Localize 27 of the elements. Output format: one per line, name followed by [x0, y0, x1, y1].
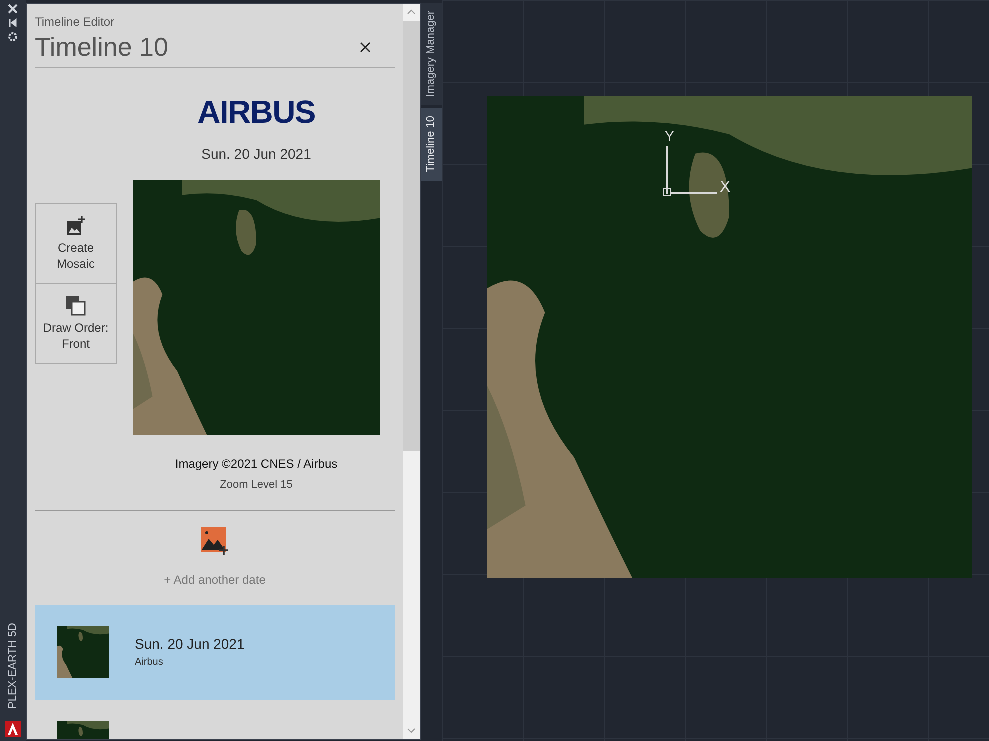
close-icon	[360, 42, 371, 52]
panel-subtitle: Timeline Editor	[35, 14, 116, 31]
entry-provider: Airbus	[135, 656, 164, 670]
imagery-date: Sun. 20 Jun 2021	[202, 145, 312, 164]
side-tab[interactable]: Imagery Manager	[421, 3, 442, 106]
entry-date: Sun. 20 Jun 2021	[135, 635, 245, 654]
entry-thumbnail	[57, 626, 109, 678]
pin-icon[interactable]	[8, 18, 18, 28]
zoom-level: Zoom Level 15	[220, 478, 293, 493]
settings-icon[interactable]	[8, 32, 18, 42]
imagery-credit: Imagery ©2021 CNES / Airbus	[175, 456, 338, 473]
action-button[interactable]: Draw Order: Front	[35, 283, 117, 364]
timeline-entry[interactable]: Sun. 20 Jun 2021 Airbus	[35, 604, 395, 700]
action-button[interactable]: Create Mosaic	[35, 203, 117, 284]
app-logo-icon[interactable]	[5, 721, 21, 737]
axis-label: X	[720, 180, 731, 196]
image-add-icon	[66, 216, 86, 236]
side-tab[interactable]: Timeline 10	[421, 108, 442, 181]
app-strip-label: PLEX-EARTH 5D	[6, 623, 20, 709]
provider-logo: AIRBUS	[198, 96, 316, 128]
add-image-icon[interactable]	[201, 526, 229, 554]
axis-label: Y	[665, 128, 674, 144]
panel-title: Timeline 10	[35, 31, 168, 63]
scrollbar[interactable]	[403, 4, 420, 739]
layers-icon	[66, 296, 86, 316]
scrollbar-thumb[interactable]	[403, 21, 420, 451]
close-icon[interactable]	[8, 4, 18, 14]
